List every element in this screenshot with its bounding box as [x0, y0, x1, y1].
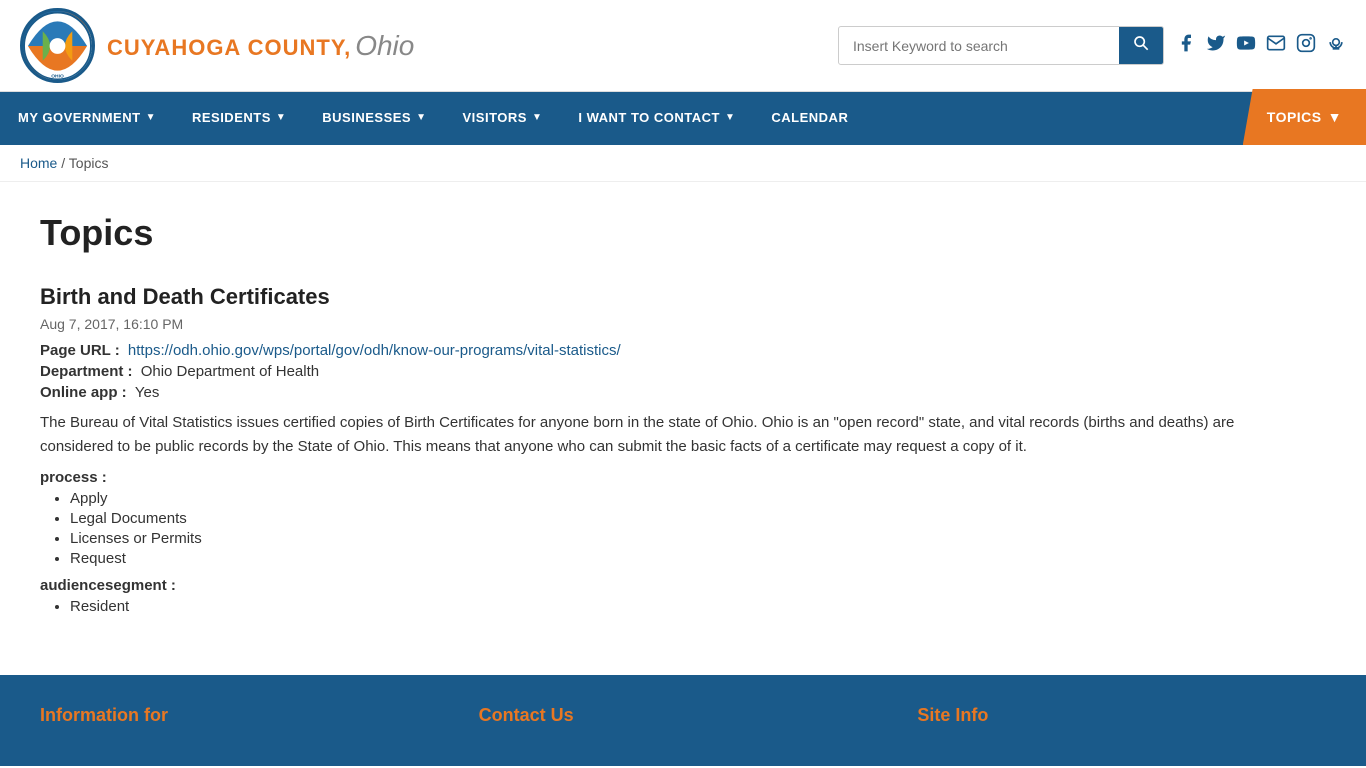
main-content: Topics Birth and Death Certificates Aug …: [0, 182, 1300, 655]
main-nav: MY GOVERNMENT ▼ RESIDENTS ▼ BUSINESSES ▼…: [0, 92, 1366, 145]
list-item: Request: [70, 550, 1260, 567]
site-title: CUYAHOGA COUNTY, Ohio: [107, 30, 414, 62]
site-header: OHIO CUYAHOGA COUNTY, Ohio: [0, 0, 1366, 92]
list-item: Apply: [70, 490, 1260, 507]
breadcrumb-current: Topics: [69, 155, 109, 171]
article-department-field: Department : Ohio Department of Health: [40, 363, 1260, 380]
list-item: Legal Documents: [70, 510, 1260, 527]
footer-col-3: Site Info: [917, 705, 1326, 736]
list-item: Licenses or Permits: [70, 530, 1260, 547]
podcast-icon[interactable]: [1326, 33, 1346, 58]
chevron-down-icon: ▼: [532, 112, 542, 123]
article-title: Birth and Death Certificates: [40, 284, 1260, 310]
search-input[interactable]: [839, 30, 1119, 62]
chevron-down-icon: ▼: [416, 112, 426, 123]
breadcrumb-home[interactable]: Home: [20, 155, 57, 171]
chevron-down-icon: ▼: [276, 112, 286, 123]
audience-label: audiencesegment :: [40, 577, 1260, 594]
social-icons: [1176, 33, 1346, 58]
nav-businesses[interactable]: BUSINESSES ▼: [304, 92, 444, 142]
youtube-icon[interactable]: [1236, 33, 1256, 58]
chevron-down-icon: ▼: [1328, 109, 1342, 125]
header-right: [838, 26, 1346, 65]
footer-col-2: Contact Us: [479, 705, 888, 736]
nav-topics[interactable]: TOPICS ▼: [1243, 89, 1366, 145]
nav-calendar[interactable]: CALENDAR: [753, 92, 866, 142]
footer-col1-title: Information for: [40, 705, 449, 726]
search-button[interactable]: [1119, 27, 1163, 64]
footer-col3-title: Site Info: [917, 705, 1326, 726]
department-label: Department :: [40, 363, 133, 380]
county-label: CUYAHOGA COUNTY,: [107, 35, 351, 61]
facebook-icon[interactable]: [1176, 33, 1196, 58]
breadcrumb-separator: /: [61, 155, 69, 171]
list-item: Resident: [70, 598, 1260, 615]
instagram-icon[interactable]: [1296, 33, 1316, 58]
article-online-app-field: Online app : Yes: [40, 384, 1260, 401]
twitter-icon[interactable]: [1206, 33, 1226, 58]
article-page-url-field: Page URL : https://odh.ohio.gov/wps/port…: [40, 342, 1260, 359]
email-icon[interactable]: [1266, 33, 1286, 58]
process-label: process :: [40, 469, 1260, 486]
site-footer: Information for Contact Us Site Info: [0, 675, 1366, 766]
ohio-label: Ohio: [355, 30, 414, 62]
footer-col2-title: Contact Us: [479, 705, 888, 726]
article-description: The Bureau of Vital Statistics issues ce…: [40, 411, 1260, 459]
header-left: OHIO CUYAHOGA COUNTY, Ohio: [20, 8, 414, 83]
footer-col-1: Information for: [40, 705, 449, 736]
process-list: Apply Legal Documents Licenses or Permit…: [40, 490, 1260, 567]
nav-i-want-to-contact[interactable]: I WANT TO CONTACT ▼: [560, 92, 753, 142]
county-logo: OHIO: [20, 8, 95, 83]
nav-visitors[interactable]: VISITORS ▼: [445, 92, 561, 142]
nav-my-government[interactable]: MY GOVERNMENT ▼: [0, 92, 174, 142]
search-bar: [838, 26, 1164, 65]
article: Birth and Death Certificates Aug 7, 2017…: [40, 284, 1260, 615]
audience-list: Resident: [40, 598, 1260, 615]
page-url-link[interactable]: https://odh.ohio.gov/wps/portal/gov/odh/…: [128, 342, 621, 359]
online-app-value: Yes: [135, 384, 159, 401]
chevron-down-icon: ▼: [725, 112, 735, 123]
svg-text:OHIO: OHIO: [51, 73, 64, 79]
article-date: Aug 7, 2017, 16:10 PM: [40, 316, 1260, 332]
department-value: Ohio Department of Health: [141, 363, 319, 380]
nav-items: MY GOVERNMENT ▼ RESIDENTS ▼ BUSINESSES ▼…: [0, 92, 1243, 145]
page-title: Topics: [40, 212, 1260, 254]
page-url-label: Page URL :: [40, 342, 120, 359]
chevron-down-icon: ▼: [146, 112, 156, 123]
breadcrumb: Home / Topics: [0, 145, 1366, 182]
nav-residents[interactable]: RESIDENTS ▼: [174, 92, 304, 142]
online-app-label: Online app :: [40, 384, 127, 401]
